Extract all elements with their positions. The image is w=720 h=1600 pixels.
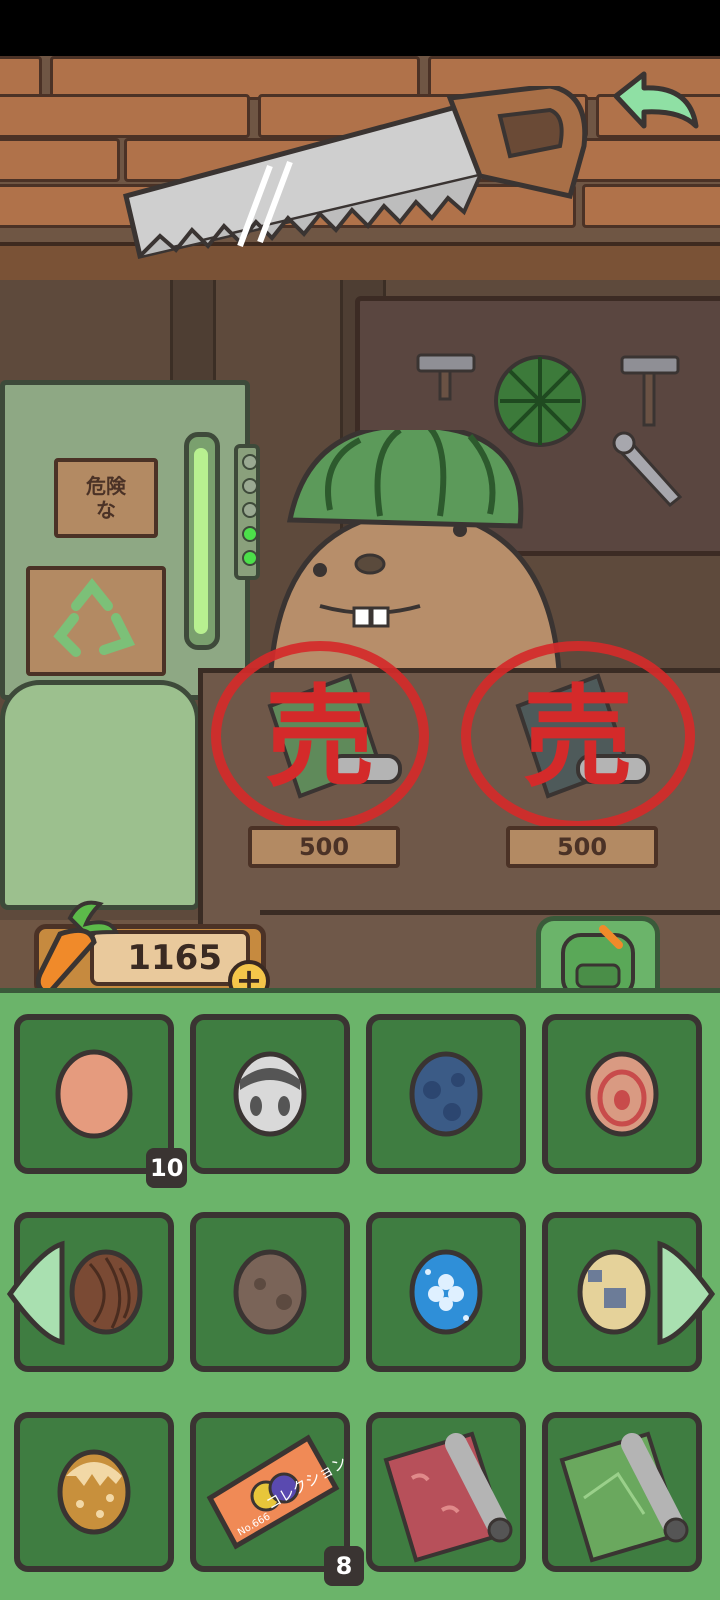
price-tag-2: 500 [506,826,658,868]
backpack-icon [561,925,635,999]
spotted-white-egg-icon [233,1051,307,1137]
patched-egg-icon [577,1249,651,1335]
clover-blue-egg-icon [409,1249,483,1335]
chevron-right-icon [657,1240,716,1346]
golden-dotted-egg-icon [57,1449,131,1535]
previous-page-button[interactable] [2,1238,72,1348]
inventory-slot[interactable] [366,1212,526,1372]
inventory-slot[interactable] [542,1412,702,1572]
danger-sign: 危険 な [54,458,158,538]
wrench-icon [612,431,683,508]
red-wallpaper-roll-icon [383,1431,513,1563]
carrot-icon [35,900,120,998]
status-bar [0,0,720,56]
recycle-icon [53,577,136,657]
recycle-sign [26,566,166,676]
inventory-slot[interactable] [542,1014,702,1174]
sold-mark: 売 [265,674,375,802]
price-tag-1: 500 [248,826,400,868]
inventory-slot[interactable] [366,1412,526,1572]
hammer-icon [620,355,680,427]
green-wallpaper-roll-icon [559,1431,689,1563]
dark-blue-egg-icon [409,1051,483,1137]
chevron-left-icon [6,1240,65,1346]
inventory-slot[interactable] [190,1014,350,1174]
inventory-slot[interactable] [366,1014,526,1174]
back-arrow-icon [613,71,699,129]
wood-egg-icon [69,1249,143,1335]
energy-level [194,448,208,634]
plain-egg-icon [55,1049,133,1139]
collection-ticket-icon: コレクション No.666 [206,1434,350,1550]
sold-mark: 売 [523,674,633,802]
swirl-egg-icon [585,1051,659,1137]
inventory-slot[interactable] [190,1212,350,1372]
inventory-slot[interactable] [14,1412,174,1572]
item-count-badge: 8 [324,1546,364,1586]
next-page-button[interactable] [650,1238,720,1348]
shop-item-1[interactable]: 売 [210,636,429,856]
shop-item-2[interactable]: 売 [458,636,695,856]
hammer-icon [416,353,476,401]
brown-egg-icon [233,1249,307,1335]
saw-icon [123,86,588,260]
item-count-badge: 10 [146,1148,188,1188]
back-button[interactable] [610,70,704,144]
recycle-bin [0,680,200,910]
